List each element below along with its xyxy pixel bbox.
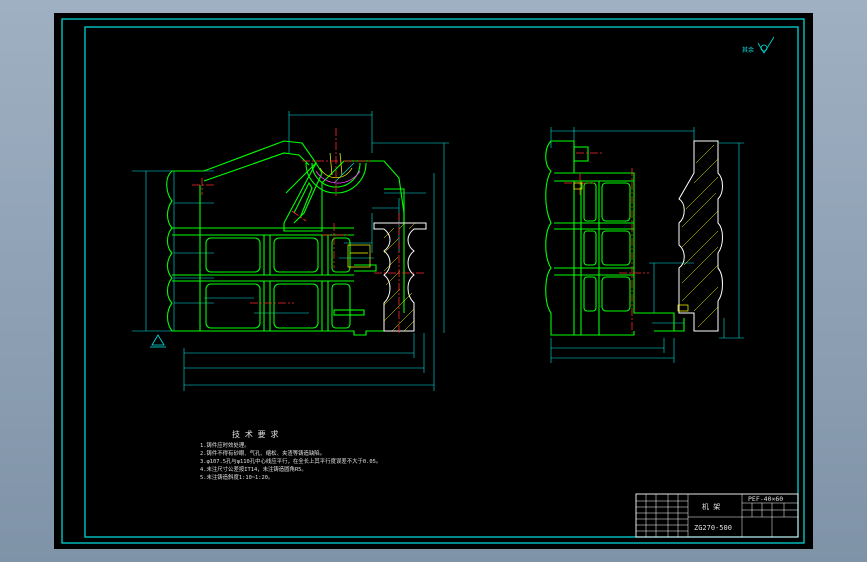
- tech-title: 技 术 要 求: [232, 429, 278, 439]
- tech-item-4: 4.未注尺寸公差按IT14，未注铸造圆角R5。: [200, 465, 307, 473]
- roughness-label: 其余: [742, 46, 754, 54]
- model-number: PEF-40×60: [748, 495, 783, 503]
- tech-requirements: 技 术 要 求 1.铸件应时效处理。 2.铸件不得有砂眼、气孔、缩松、夹渣等铸造…: [200, 429, 381, 481]
- title-block: 机 架 PEF-40×60 ZG270-500: [635, 493, 799, 538]
- inner-border: [84, 26, 799, 538]
- tech-item-5: 5.未注铸造斜度1:10~1:20。: [200, 473, 273, 481]
- drawing-viewport[interactable]: 其余 技 术 要 求 1.铸件应时效处理。 2.铸件不得有砂眼、气孔、缩松、夹渣…: [54, 13, 813, 549]
- tech-item-3: 3.φ107.5孔与φ110孔中心线应平行，在全长上其平行度误差不大于0.05。: [200, 457, 381, 465]
- datum-symbol: [150, 334, 166, 348]
- tech-item-1: 1.铸件应时效处理。: [200, 441, 250, 449]
- side-section: [678, 140, 723, 332]
- material-spec: ZG270-500: [694, 524, 732, 532]
- part-name: 机 架: [702, 502, 720, 511]
- roughness-symbol: 其余: [742, 36, 775, 54]
- tech-item-2: 2.铸件不得有砂眼、气孔、缩松、夹渣等铸造缺陷。: [200, 449, 325, 457]
- cad-drawing: 其余 技 术 要 求 1.铸件应时效处理。 2.铸件不得有砂眼、气孔、缩松、夹渣…: [61, 18, 805, 544]
- front-section: [373, 222, 427, 332]
- side-view: [545, 127, 744, 363]
- front-view: [132, 111, 449, 391]
